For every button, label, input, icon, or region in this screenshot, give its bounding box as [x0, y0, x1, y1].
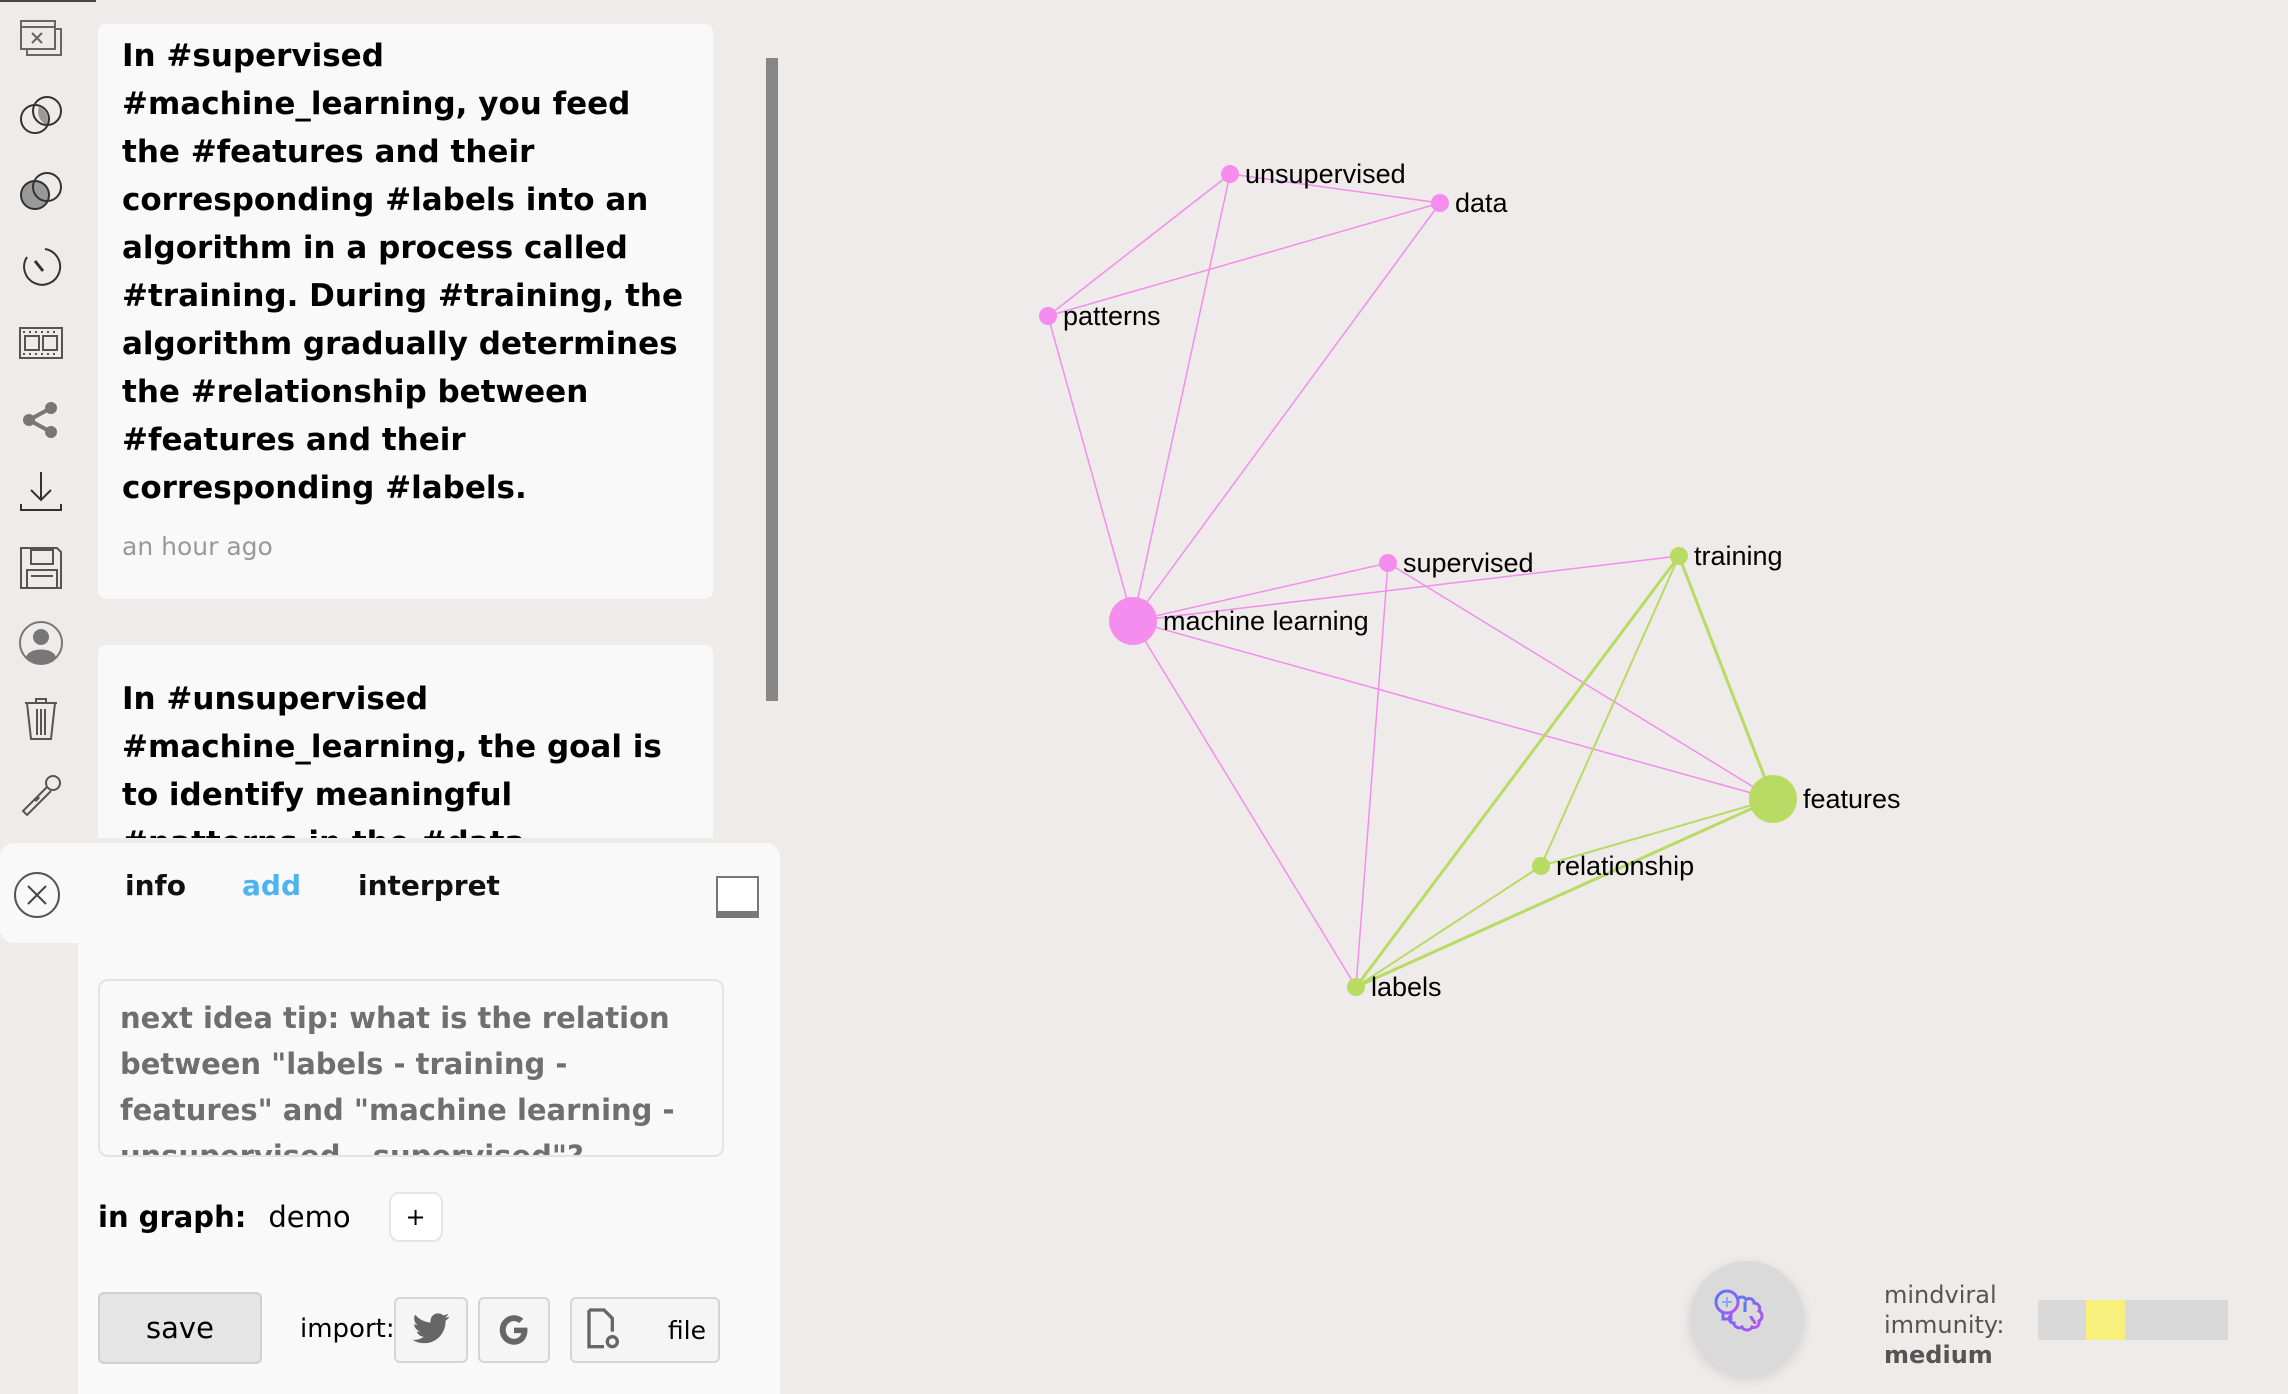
immunity-level: medium — [1884, 1341, 1993, 1369]
graph-edge-supervised-features — [1387, 562, 1774, 800]
in-graph-label: in graph: — [98, 1200, 247, 1234]
graph-edge-unsupervised-patterns — [1047, 173, 1231, 317]
graph-edge-machine_learning-patterns — [1047, 315, 1134, 622]
import-file-button[interactable]: file — [570, 1297, 720, 1363]
panel-tab-bar: info add interpret — [0, 843, 780, 943]
google-icon — [499, 1315, 528, 1345]
graph-edge-training-labels — [1354, 555, 1681, 988]
immunity-label-line2: immunity: — [1884, 1311, 2005, 1339]
graph-edge-training-relationship — [1540, 555, 1680, 867]
import-twitter-button[interactable] — [394, 1297, 468, 1363]
graph-edge-machine_learning-unsupervised — [1132, 173, 1231, 622]
file-icon — [587, 1308, 619, 1349]
graph-edge-features-labels — [1355, 797, 1774, 989]
graph-edge-relationship-labels — [1355, 865, 1542, 988]
share-button[interactable] — [16, 395, 66, 445]
graph-node-label[interactable]: features — [1803, 784, 1901, 814]
close-windows-icon — [20, 20, 62, 56]
download-icon — [20, 472, 62, 511]
icon-rail — [0, 0, 84, 843]
immunity-meter-fill — [2085, 1300, 2126, 1340]
film-button[interactable] — [16, 318, 66, 368]
immunity-status: mindviral immunity: medium — [1884, 1280, 2004, 1370]
tab-add[interactable]: add — [242, 869, 301, 902]
import-label: import: — [300, 1314, 395, 1344]
user-icon — [19, 621, 63, 665]
difference-icon — [20, 172, 62, 210]
import-google-button[interactable] — [478, 1297, 550, 1363]
graph-node-label[interactable]: machine learning — [1163, 606, 1369, 636]
add-graph-button[interactable]: + — [388, 1192, 443, 1242]
delete-button[interactable] — [16, 694, 66, 744]
timer-icon — [23, 248, 62, 286]
graph-node-label[interactable]: training — [1694, 541, 1783, 571]
interpret-brain-button[interactable] — [1690, 1261, 1804, 1375]
graph-node-machine_learning[interactable] — [1109, 597, 1157, 645]
save-icon — [20, 547, 62, 589]
graph-nodes: unsupervised data patterns supervised machin… — [1039, 159, 1901, 1002]
intersect-icon — [20, 96, 62, 134]
graph-node-training[interactable] — [1670, 547, 1688, 565]
download-button[interactable] — [16, 467, 66, 517]
statement-card[interactable]: In #supervised #machine_learning, you fe… — [98, 24, 713, 599]
graph-node-label[interactable]: data — [1455, 188, 1509, 218]
graph-node-labels[interactable] — [1347, 978, 1365, 996]
intersect-button[interactable] — [16, 90, 66, 140]
close-panel-button[interactable] — [14, 872, 60, 918]
trash-icon — [25, 698, 57, 740]
graph-node-label[interactable]: unsupervised — [1245, 159, 1406, 189]
share-icon — [23, 402, 57, 438]
difference-button[interactable] — [16, 166, 66, 216]
immunity-label-line1: mindviral — [1884, 1281, 1997, 1309]
graph-node-label[interactable]: relationship — [1556, 851, 1694, 881]
graph-node-label[interactable]: supervised — [1403, 548, 1534, 578]
film-icon — [19, 327, 63, 359]
brain-lightbulb-icon — [1714, 1289, 1764, 1332]
statement-input-placeholder: next idea tip: what is the relation betw… — [120, 1001, 675, 1157]
account-button[interactable] — [16, 618, 66, 668]
twitter-icon — [412, 1313, 450, 1344]
tab-info[interactable]: info — [125, 869, 186, 902]
graph-selector: in graph: demo + — [98, 1192, 443, 1242]
graph-node-data[interactable] — [1431, 194, 1449, 212]
graph-name[interactable]: demo — [268, 1200, 350, 1234]
save-file-button[interactable] — [16, 543, 66, 593]
tab-interpret[interactable]: interpret — [358, 869, 500, 902]
graph-node-relationship[interactable] — [1532, 857, 1550, 875]
import-file-label: file — [667, 1315, 706, 1345]
microphone-button[interactable] — [16, 770, 66, 820]
graph-node-label[interactable]: patterns — [1063, 301, 1161, 331]
close-windows-button[interactable] — [16, 14, 66, 64]
statement-text: In #supervised #machine_learning, you fe… — [122, 38, 683, 506]
graph-node-unsupervised[interactable] — [1221, 165, 1239, 183]
graph-node-features[interactable] — [1749, 775, 1797, 823]
save-button[interactable]: save — [98, 1292, 262, 1364]
statement-card[interactable]: In #unsupervised #machine_learning, the … — [98, 645, 713, 838]
timer-button[interactable] — [16, 242, 66, 292]
statement-timestamp: an hour ago — [122, 532, 273, 561]
statement-input[interactable]: next idea tip: what is the relation betw… — [98, 979, 724, 1157]
panel-toggle-button[interactable] — [716, 876, 759, 918]
graph-edge-training-features — [1677, 555, 1775, 800]
graph-edge-machine_learning-labels — [1132, 620, 1357, 988]
microphone-icon — [21, 775, 61, 817]
graph-node-supervised[interactable] — [1379, 554, 1397, 572]
graph-edge-machine_learning-features — [1132, 620, 1774, 800]
graph-node-patterns[interactable] — [1039, 307, 1057, 325]
graph-node-label[interactable]: labels — [1371, 972, 1442, 1002]
feed-scrollbar[interactable] — [766, 58, 778, 701]
immunity-meter — [2038, 1300, 2228, 1340]
statement-text: In #unsupervised #machine_learning, the … — [122, 681, 662, 838]
graph-edge-patterns-data — [1047, 202, 1441, 317]
close-icon — [27, 885, 47, 905]
statement-feed: In #supervised #machine_learning, you fe… — [98, 0, 716, 838]
